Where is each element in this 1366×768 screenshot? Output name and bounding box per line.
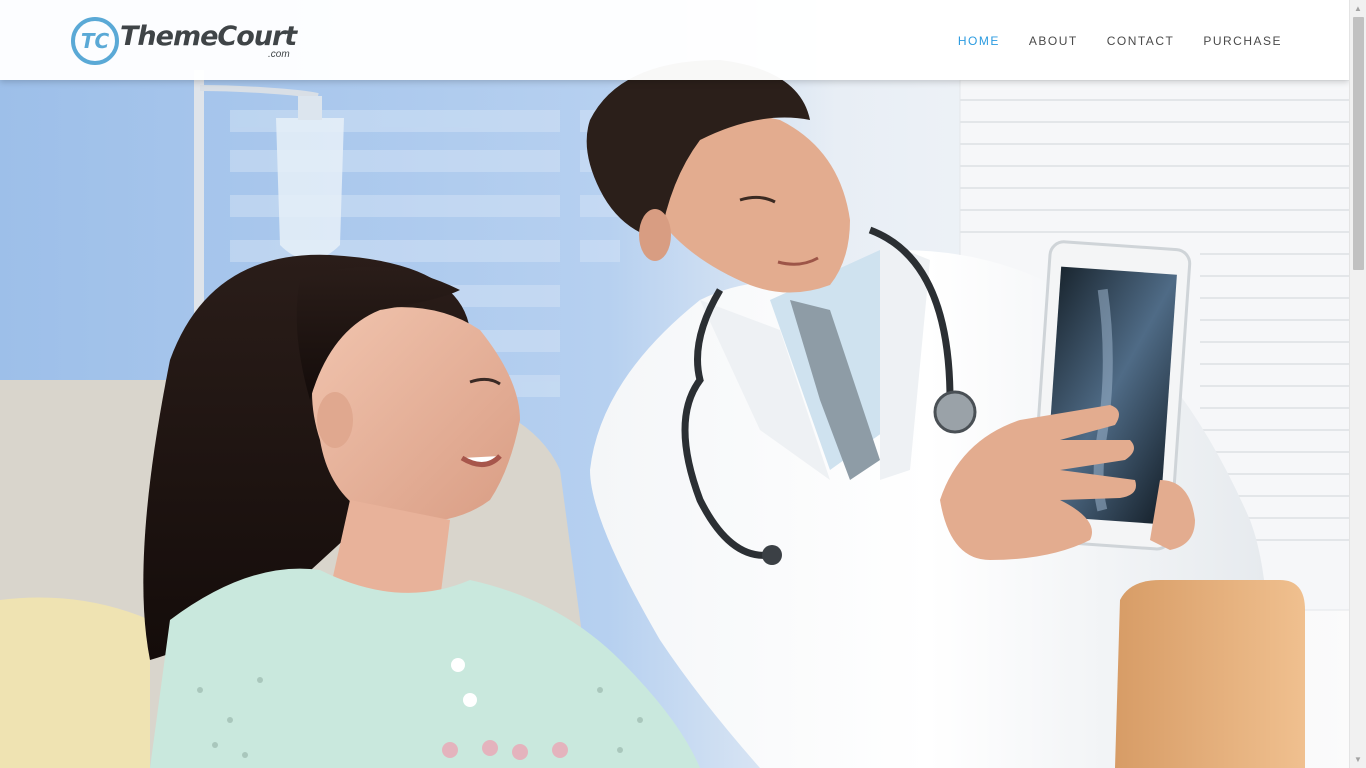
hero-illustration [0, 0, 1349, 768]
scrollbar-thumb[interactable] [1353, 17, 1364, 270]
main-nav: HOME ABOUT CONTACT PURCHASE [958, 30, 1282, 52]
logo-link[interactable]: TC ThemeCourt .com [70, 14, 300, 66]
site-header: TC ThemeCourt .com HOME ABOUT CONTACT PU… [0, 0, 1349, 80]
logo-monogram: TC [81, 29, 110, 53]
hero-image [0, 0, 1349, 768]
page: TC ThemeCourt .com HOME ABOUT CONTACT PU… [0, 0, 1366, 768]
arrow-up-icon[interactable]: ▲ [1350, 0, 1366, 17]
logo-domain-text: .com [268, 49, 290, 60]
nav-home[interactable]: HOME [958, 30, 1000, 52]
arrow-down-icon[interactable]: ▼ [1350, 751, 1366, 768]
nav-purchase[interactable]: PURCHASE [1203, 30, 1282, 52]
nav-about[interactable]: ABOUT [1029, 30, 1078, 52]
vertical-scrollbar[interactable]: ▲ ▼ [1349, 0, 1366, 768]
nav-contact[interactable]: CONTACT [1107, 30, 1175, 52]
logo-brand-text: ThemeCourt [120, 21, 297, 52]
themecourt-logo-icon: TC [71, 17, 119, 65]
